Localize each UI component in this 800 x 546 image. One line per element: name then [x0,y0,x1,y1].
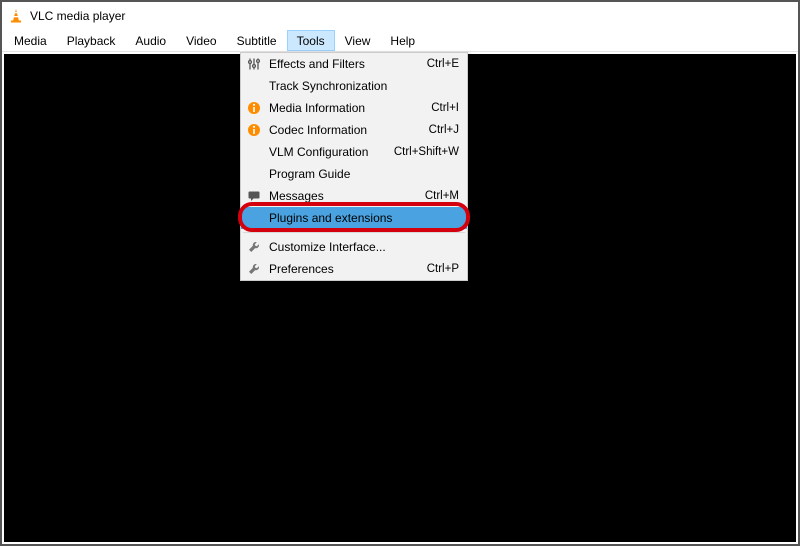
sliders-icon [245,56,263,72]
info-orange-icon [245,100,263,116]
menuitem-label: Customize Interface... [269,240,453,254]
app-title: VLC media player [30,9,125,23]
menuitem-label: Effects and Filters [269,57,421,71]
menuitem-effects-and-filters[interactable]: Effects and Filters Ctrl+E [241,53,467,75]
menuitem-track-synchronization[interactable]: Track Synchronization [241,75,467,97]
menubar: Media Playback Audio Video Subtitle Tool… [2,30,798,52]
menuitem-label: Plugins and extensions [269,211,453,225]
menuitem-preferences[interactable]: Preferences Ctrl+P [241,258,467,280]
blank-icon [245,166,263,182]
info-orange-icon [245,122,263,138]
menuitem-label: Codec Information [269,123,423,137]
wrench-icon [245,239,263,255]
menuitem-label: Preferences [269,262,421,276]
menu-audio[interactable]: Audio [125,30,176,51]
menu-video[interactable]: Video [176,30,226,51]
menuitem-label: Media Information [269,101,425,115]
menu-separator [243,232,465,233]
tools-dropdown: Effects and Filters Ctrl+E Track Synchro… [240,52,468,281]
menuitem-codec-information[interactable]: Codec Information Ctrl+J [241,119,467,141]
menu-playback[interactable]: Playback [57,30,126,51]
menuitem-shortcut: Ctrl+P [427,263,459,275]
menu-help[interactable]: Help [380,30,425,51]
menuitem-shortcut: Ctrl+M [425,190,459,202]
menuitem-label: Track Synchronization [269,79,453,93]
blank-icon [245,78,263,94]
menuitem-shortcut: Ctrl+E [427,58,459,70]
blank-icon [245,144,263,160]
menu-subtitle[interactable]: Subtitle [227,30,287,51]
menuitem-shortcut: Ctrl+I [431,102,459,114]
menuitem-messages[interactable]: Messages Ctrl+M [241,185,467,207]
menuitem-customize-interface[interactable]: Customize Interface... [241,236,467,258]
menu-media[interactable]: Media [4,30,57,51]
menuitem-label: Program Guide [269,167,453,181]
vlc-cone-icon [8,8,24,24]
menuitem-plugins-and-extensions[interactable]: Plugins and extensions [241,207,467,229]
menuitem-vlm-configuration[interactable]: VLM Configuration Ctrl+Shift+W [241,141,467,163]
app-window: VLC media player Media Playback Audio Vi… [0,0,800,546]
menu-tools[interactable]: Tools [287,30,335,51]
menu-view[interactable]: View [335,30,381,51]
menuitem-program-guide[interactable]: Program Guide [241,163,467,185]
menuitem-shortcut: Ctrl+Shift+W [394,146,459,158]
menuitem-label: Messages [269,189,419,203]
wrench-icon [245,261,263,277]
titlebar: VLC media player [2,2,798,30]
menuitem-media-information[interactable]: Media Information Ctrl+I [241,97,467,119]
menuitem-label: VLM Configuration [269,145,388,159]
menuitem-shortcut: Ctrl+J [429,124,459,136]
message-icon [245,188,263,204]
blank-icon [245,210,263,226]
